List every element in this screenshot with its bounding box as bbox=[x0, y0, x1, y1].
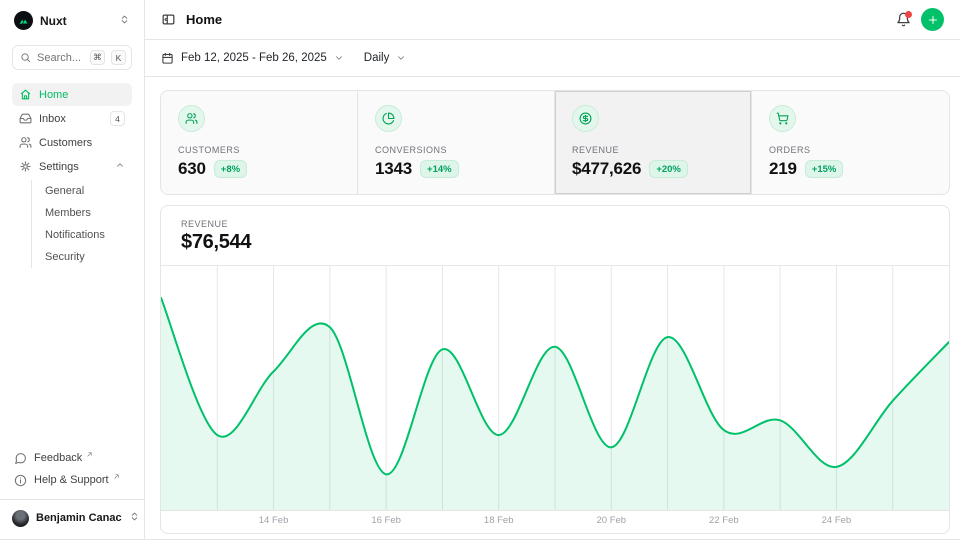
stat-label: CONVERSIONS bbox=[375, 145, 537, 155]
sidebar-item-label: Customers bbox=[39, 137, 125, 149]
feedback-label: Feedback bbox=[34, 452, 82, 464]
sidebar-item-label: Settings bbox=[39, 161, 108, 173]
workspace-name: Nuxt bbox=[40, 14, 112, 28]
gear-icon bbox=[19, 160, 32, 173]
add-button[interactable] bbox=[921, 8, 944, 31]
stat-delta-badge: +15% bbox=[805, 160, 844, 178]
users-icon bbox=[178, 105, 205, 132]
avatar bbox=[12, 510, 29, 527]
chart-value: $76,544 bbox=[181, 231, 929, 254]
stat-card-customers[interactable]: CUSTOMERS 630 +8% bbox=[161, 91, 358, 194]
user-menu[interactable]: Benjamin Canac bbox=[0, 499, 144, 529]
stat-value: 1343 bbox=[375, 159, 412, 179]
revenue-chart-card: REVENUE $76,544 14 Feb 16 Feb 18 Feb 20 Feb… bbox=[160, 205, 950, 534]
help-support-label: Help & Support bbox=[34, 474, 109, 486]
external-link-icon bbox=[86, 449, 93, 461]
stat-value: 219 bbox=[769, 159, 797, 179]
stat-label: CUSTOMERS bbox=[178, 145, 340, 155]
revenue-area-chart[interactable] bbox=[161, 266, 949, 511]
search-input[interactable]: Search... ⌘ K bbox=[12, 45, 132, 70]
chevron-down-icon bbox=[334, 53, 344, 63]
sidebar: Nuxt Search... ⌘ K Home bbox=[0, 0, 145, 539]
inbox-icon bbox=[19, 112, 32, 125]
search-placeholder: Search... bbox=[37, 52, 84, 64]
sidebar-item-notifications[interactable]: Notifications bbox=[45, 224, 132, 246]
revenue-chart-svg bbox=[161, 266, 949, 511]
stat-delta-badge: +14% bbox=[420, 160, 459, 178]
x-tick-label: 24 Feb bbox=[822, 515, 852, 526]
x-tick-label: 14 Feb bbox=[259, 515, 289, 526]
workspace-selector[interactable]: Nuxt bbox=[12, 11, 132, 30]
stat-value: $477,626 bbox=[572, 159, 641, 179]
chart-x-axis: 14 Feb 16 Feb 18 Feb 20 Feb 22 Feb 24 Feb bbox=[161, 511, 949, 533]
sidebar-item-general[interactable]: General bbox=[45, 180, 132, 202]
info-icon bbox=[14, 474, 27, 487]
date-range-picker[interactable]: Feb 12, 2025 - Feb 26, 2025 bbox=[161, 52, 344, 65]
sidebar-toggle-button[interactable] bbox=[161, 12, 176, 27]
stat-card-revenue[interactable]: REVENUE $477,626 +20% bbox=[555, 91, 752, 194]
nuxt-logo-icon bbox=[14, 11, 33, 30]
date-range-label: Feb 12, 2025 - Feb 26, 2025 bbox=[181, 52, 327, 64]
chevron-down-icon bbox=[396, 53, 406, 63]
chart-header: REVENUE $76,544 bbox=[161, 206, 949, 266]
chat-bubble-icon bbox=[14, 452, 27, 465]
calendar-icon bbox=[161, 52, 174, 65]
sidebar-item-inbox[interactable]: Inbox 4 bbox=[12, 107, 132, 130]
sidebar-item-label: Home bbox=[39, 89, 125, 101]
x-tick-label: 22 Feb bbox=[709, 515, 739, 526]
app-window: Nuxt Search... ⌘ K Home bbox=[0, 0, 960, 540]
kbd-k: K bbox=[111, 50, 126, 65]
granularity-label: Daily bbox=[364, 52, 390, 64]
chart-label: REVENUE bbox=[181, 219, 929, 229]
stat-value: 630 bbox=[178, 159, 206, 179]
sidebar-item-label: Inbox bbox=[39, 113, 103, 125]
sidebar-spacer bbox=[12, 268, 132, 447]
user-name: Benjamin Canac bbox=[36, 512, 122, 524]
sidebar-item-home[interactable]: Home bbox=[12, 83, 132, 106]
help-support-link[interactable]: Help & Support bbox=[12, 469, 132, 491]
home-icon bbox=[19, 88, 32, 101]
stat-label: ORDERS bbox=[769, 145, 932, 155]
chevrons-up-down-icon bbox=[119, 12, 130, 30]
stat-card-orders[interactable]: ORDERS 219 +15% bbox=[752, 91, 949, 194]
notification-dot bbox=[905, 11, 912, 18]
stat-delta-badge: +20% bbox=[649, 160, 688, 178]
pie-chart-icon bbox=[375, 105, 402, 132]
notifications-button[interactable] bbox=[896, 12, 911, 27]
shopping-cart-icon bbox=[769, 105, 796, 132]
stat-label: REVENUE bbox=[572, 145, 734, 155]
stats-row: CUSTOMERS 630 +8% CONVERSIONS 1343 +14% bbox=[160, 90, 950, 195]
sidebar-item-customers[interactable]: Customers bbox=[12, 131, 132, 154]
inbox-count-badge: 4 bbox=[110, 111, 125, 126]
filters-toolbar: Feb 12, 2025 - Feb 26, 2025 Daily bbox=[145, 40, 960, 77]
dashboard-content: CUSTOMERS 630 +8% CONVERSIONS 1343 +14% bbox=[145, 77, 960, 534]
circle-dollar-icon bbox=[572, 105, 599, 132]
granularity-select[interactable]: Daily bbox=[364, 52, 407, 64]
sidebar-item-settings[interactable]: Settings bbox=[12, 155, 132, 178]
users-icon bbox=[19, 136, 32, 149]
stat-delta-badge: +8% bbox=[214, 160, 247, 178]
sidebar-item-security[interactable]: Security bbox=[45, 246, 132, 268]
external-link-icon bbox=[113, 471, 120, 483]
page-header: Home bbox=[145, 0, 960, 40]
page-title: Home bbox=[186, 12, 222, 27]
chevron-up-icon bbox=[115, 160, 125, 173]
feedback-link[interactable]: Feedback bbox=[12, 447, 132, 469]
x-tick-label: 16 Feb bbox=[371, 515, 401, 526]
kbd-cmd: ⌘ bbox=[90, 50, 105, 65]
x-tick-label: 20 Feb bbox=[596, 515, 626, 526]
sidebar-item-members[interactable]: Members bbox=[45, 202, 132, 224]
x-tick-label: 18 Feb bbox=[484, 515, 514, 526]
sidebar-nav: Home Inbox 4 Customers Settings bbox=[12, 83, 132, 268]
chevrons-up-down-icon bbox=[129, 509, 140, 527]
settings-submenu: General Members Notifications Security bbox=[31, 180, 132, 268]
stat-card-conversions[interactable]: CONVERSIONS 1343 +14% bbox=[358, 91, 555, 194]
search-icon bbox=[20, 52, 31, 63]
main-area: Home Feb 12, 2025 - Feb 26, 2025 bbox=[145, 0, 960, 539]
